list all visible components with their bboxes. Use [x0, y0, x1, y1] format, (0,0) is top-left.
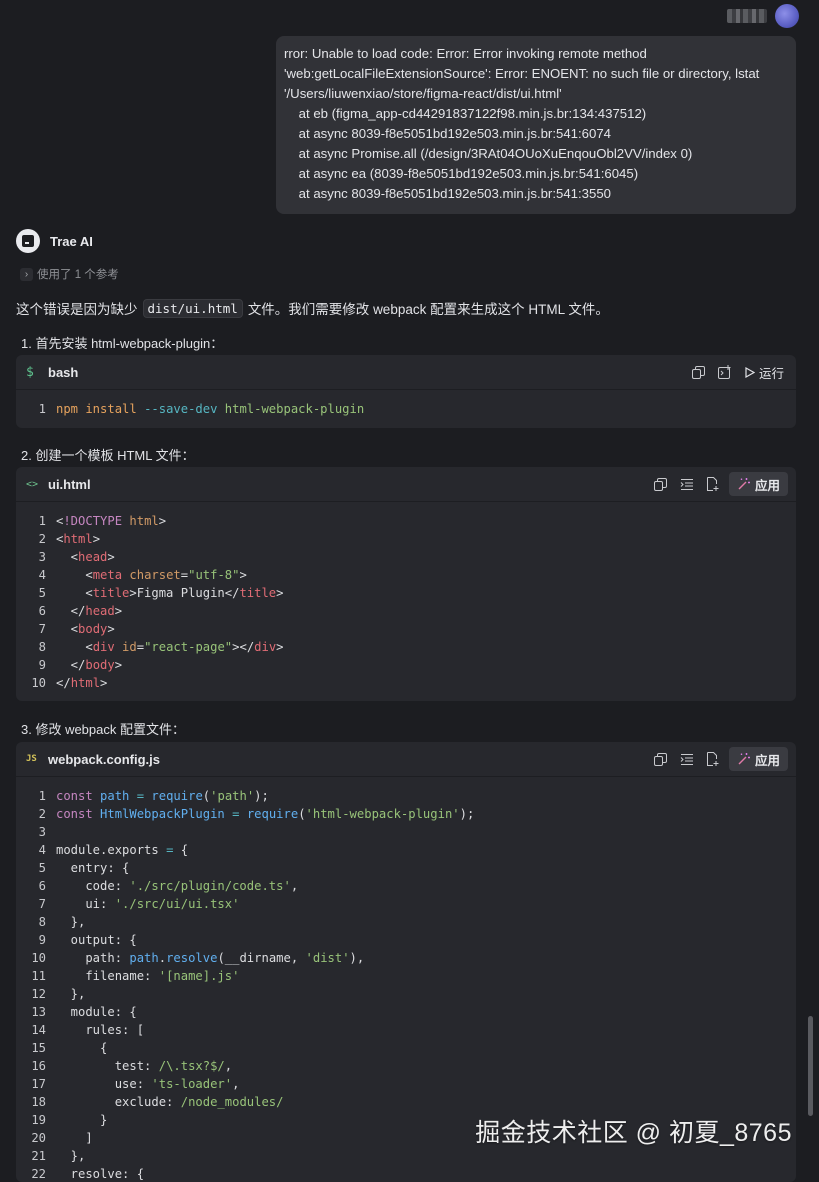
- copy-icon[interactable]: [651, 749, 671, 769]
- magic-wand-icon: [738, 478, 750, 490]
- new-file-icon[interactable]: [703, 474, 723, 494]
- code-line: 2 const HtmlWebpackPlugin = require('html…: [38, 807, 475, 821]
- code-line: 9 output: {: [38, 933, 137, 947]
- step-1-heading: 1. 首先安装 html-webpack-plugin：: [21, 336, 224, 351]
- code-line: 1 const path = require('path');: [38, 789, 269, 803]
- insert-terminal-icon[interactable]: [715, 362, 735, 382]
- code-line: 11 filename: '[name].js': [31, 969, 240, 983]
- user-message-bubble: rror: Unable to load code: Error: Error …: [276, 36, 796, 214]
- code-line: 14 rules: [: [31, 1023, 145, 1037]
- code-block-html: <> ui.html 应用 1 <!DOCTYPE html> 2 <html> 3…: [16, 467, 796, 701]
- code-line: 8 <div id="react-page"></div>: [38, 640, 284, 654]
- code-line: 13 module: {: [31, 1005, 137, 1019]
- code-block-header: $ bash 运行: [16, 355, 796, 390]
- code-line: 5 entry: {: [38, 861, 130, 875]
- code-block-header: JS webpack.config.js 应用: [16, 742, 796, 777]
- user-message-line: at async ea (8039-f8e5051bd192e503.min.j…: [284, 166, 639, 181]
- code-line: 3 <head>: [38, 550, 115, 564]
- play-icon: [745, 366, 755, 378]
- user-message-line: at async Promise.all (/design/3RAt04OUoX…: [284, 146, 693, 161]
- assistant-intro: 这个错误是因为缺少 dist/ui.html 文件。我们需要修改 webpack 配…: [16, 298, 609, 318]
- user-message-line: 'web:getLocalFileExtensionSource': Error…: [284, 66, 760, 81]
- magic-wand-icon: [738, 753, 750, 765]
- new-file-icon[interactable]: [703, 749, 723, 769]
- trae-logo-icon: [16, 229, 40, 253]
- blurred-username: [727, 9, 767, 23]
- code-line: 8 },: [38, 915, 86, 929]
- code-body: 1 <!DOCTYPE html> 2 <html> 3 <head> 4 <met…: [16, 502, 796, 701]
- code-line: 3: [38, 825, 46, 839]
- chevron-right-icon: ›: [20, 267, 33, 281]
- run-button[interactable]: 运行: [741, 360, 788, 384]
- code-line: 9 </body>: [38, 658, 123, 672]
- step-2-heading: 2. 创建一个模板 HTML 文件：: [21, 448, 195, 463]
- code-block-header: <> ui.html 应用: [16, 467, 796, 502]
- code-line: 6 </head>: [38, 604, 123, 618]
- code-block-title: webpack.config.js: [48, 751, 160, 767]
- code-line: 4 <meta charset="utf-8">: [38, 568, 247, 582]
- intro-text: 这个错误是因为缺少: [16, 302, 138, 317]
- code-line: 6 code: './src/plugin/code.ts',: [38, 879, 299, 893]
- inline-code: dist/ui.html: [142, 298, 243, 318]
- code-line: 2 <html>: [38, 532, 101, 546]
- insert-at-cursor-icon[interactable]: [677, 474, 697, 494]
- intro-text-after: 文件。我们需要修改 webpack 配置来生成这个 HTML 文件。: [247, 302, 609, 317]
- insert-at-cursor-icon[interactable]: [677, 749, 697, 769]
- assistant-header: Trae AI: [16, 229, 93, 253]
- user-message-line: rror: Unable to load code: Error: Error …: [284, 46, 647, 61]
- scrollbar-thumb[interactable]: [808, 1016, 813, 1116]
- code-block-bash: $ bash 运行 1 npm install --save-dev html-w…: [16, 355, 796, 428]
- code-line: 12 },: [31, 987, 86, 1001]
- code-line: 15 {: [31, 1041, 108, 1055]
- code-body: 1 npm install --save-dev html-webpack-plu…: [16, 390, 796, 428]
- step-3-heading: 3. 修改 webpack 配置文件：: [21, 722, 185, 737]
- code-line: 7 ui: './src/ui/ui.tsx': [38, 897, 240, 911]
- user-message-line: at eb (figma_app-cd44291837122f98.min.js…: [284, 106, 647, 121]
- code-line: 7 <body>: [38, 622, 115, 636]
- code-brackets-icon: <>: [26, 478, 39, 490]
- user-avatar: [775, 4, 799, 28]
- watermark: 掘金技术社区 @ 初夏_8765: [475, 1119, 792, 1147]
- run-label: 运行: [758, 366, 784, 381]
- copy-icon[interactable]: [651, 474, 671, 494]
- code-line: 1 <!DOCTYPE html>: [38, 514, 167, 528]
- user-header: [727, 4, 799, 28]
- js-file-icon: JS: [26, 754, 37, 764]
- apply-button[interactable]: 应用: [728, 747, 788, 771]
- copy-icon[interactable]: [689, 362, 709, 382]
- code-line: 21 },: [31, 1149, 86, 1163]
- code-block-title: ui.html: [48, 476, 91, 492]
- code-line: 5 <title>Figma Plugin</title>: [38, 586, 284, 600]
- apply-button[interactable]: 应用: [728, 472, 788, 496]
- code-line: 10 </html>: [31, 676, 108, 690]
- code-line: 17 use: 'ts-loader',: [31, 1077, 240, 1091]
- code-line: 18 exclude: /node_modules/: [31, 1095, 284, 1109]
- apply-label: 应用: [754, 753, 780, 768]
- code-line: 16 test: /\.tsx?$/,: [31, 1059, 233, 1073]
- code-line: 22 resolve: {: [31, 1167, 145, 1181]
- apply-label: 应用: [754, 478, 780, 493]
- reference-label: 使用了 1 个参考: [37, 269, 119, 281]
- reference-toggle[interactable]: › 使用了 1 个参考: [20, 266, 119, 282]
- dollar-icon: $: [26, 364, 34, 380]
- code-line: 10 path: path.resolve(__dirname, 'dist')…: [31, 951, 365, 965]
- user-message-line: '/Users/liuwenxiao/store/figma-react/dis…: [284, 86, 562, 101]
- user-message-line: at async 8039-f8e5051bd192e503.min.js.br…: [284, 126, 611, 141]
- code-block-title: bash: [48, 364, 79, 380]
- code-line: 4 module.exports = {: [38, 843, 189, 857]
- code-line: 1 npm install --save-dev html-webpack-plu…: [38, 402, 365, 416]
- assistant-name: Trae AI: [50, 233, 93, 249]
- user-message-line: at async 8039-f8e5051bd192e503.min.js.br…: [284, 186, 611, 201]
